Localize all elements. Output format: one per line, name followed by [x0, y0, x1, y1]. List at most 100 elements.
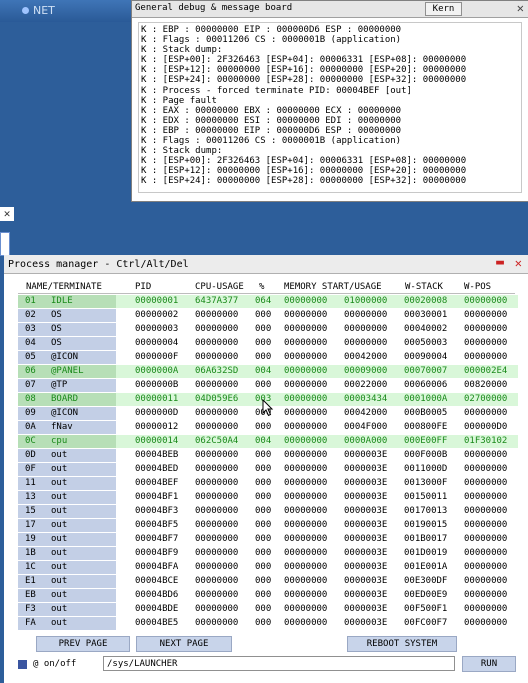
process-id: 13: [25, 492, 36, 502]
process-row[interactable]: 06 @PANEL 0000000A 06A632SD 004 00000000 00009…: [18, 365, 518, 378]
net-status-icon: [22, 7, 29, 14]
process-pid: 00004BF5: [135, 520, 179, 530]
process-name: @ICON: [51, 352, 79, 362]
process-row[interactable]: 0C cpu 00000014 062C50A4 004 00000000 0000A000…: [18, 435, 518, 448]
process-row[interactable]: EB out 00004BD6 00000000 000 00000000 0000003E…: [18, 589, 518, 602]
process-row[interactable]: 05 @ICON 0000000F 00000000 000 00000000 000420…: [18, 351, 518, 364]
process-pct: 000: [255, 380, 272, 390]
process-cpu: 00000000: [195, 464, 239, 474]
process-pct: 000: [255, 492, 272, 502]
process-name: fNav: [51, 422, 73, 432]
header-memory: MEMORY START/USAGE: [284, 282, 382, 292]
side-close-icon[interactable]: ✕: [0, 207, 14, 221]
debug-log-line: K : Stack dump:: [141, 45, 223, 56]
process-mem2: 01000000: [344, 296, 388, 306]
pm-close-icon[interactable]: ✕: [515, 256, 522, 270]
process-pct: 000: [255, 450, 272, 460]
kern-button[interactable]: Kern: [425, 2, 462, 16]
process-pid: 0000000F: [135, 352, 179, 362]
next-page-button[interactable]: NEXT PAGE: [136, 636, 232, 652]
process-row[interactable]: 04 OS 00000004 00000000 000 00000000 00000000 0…: [18, 337, 518, 350]
process-pid: 0000000B: [135, 380, 179, 390]
prev-page-button[interactable]: PREV PAGE: [36, 636, 130, 652]
process-id: 05: [25, 352, 36, 362]
process-wstack: 001D0019: [404, 548, 448, 558]
process-wstack: 000800FE: [404, 422, 448, 432]
process-row[interactable]: 01 IDLE 00000001 6437A377 064 00000000 0100000…: [18, 295, 518, 308]
process-mem1: 00000000: [284, 478, 328, 488]
process-mem2: 0000003E: [344, 464, 388, 474]
minimize-icon[interactable]: ▬: [496, 255, 504, 270]
process-mem1: 00000000: [284, 450, 328, 460]
header-percent: %: [259, 282, 265, 292]
process-cpu: 6437A377: [195, 296, 239, 306]
process-row[interactable]: 13 out 00004BF1 00000000 000 00000000 0000003E…: [18, 491, 518, 504]
process-wpos: 00000000: [464, 408, 508, 418]
reboot-system-button[interactable]: REBOOT SYSTEM: [347, 636, 457, 652]
process-row[interactable]: 0A fNav 00000012 00000000 000 00000000 0004F00…: [18, 421, 518, 434]
process-mem2: 00009000: [344, 366, 388, 376]
process-wstack: 00020008: [404, 296, 448, 306]
process-wstack: 00E300DF: [404, 576, 448, 586]
process-row[interactable]: 03 OS 00000003 00000000 000 00000000 00000000 0…: [18, 323, 518, 336]
debug-log-line: K : [ESP+24]: 00000000 [ESP+28]: 0000000…: [141, 75, 467, 86]
process-cpu: 00000000: [195, 562, 239, 572]
process-pct: 000: [255, 310, 272, 320]
process-row[interactable]: 0F out 00004BED 00000000 000 00000000 0000003E…: [18, 463, 518, 476]
process-pct: 004: [255, 366, 272, 376]
process-row[interactable]: 15 out 00004BF3 00000000 000 00000000 0000003E…: [18, 505, 518, 518]
process-id: 15: [25, 506, 36, 516]
debug-titlebar[interactable]: General debug & message board Kern ✕: [132, 1, 528, 18]
side-window-edge[interactable]: [0, 232, 10, 256]
process-wstack: 00190015: [404, 520, 448, 530]
process-pct: 000: [255, 534, 272, 544]
pm-titlebar[interactable]: Process manager - Ctrl/Alt/Del ▬ ✕: [4, 255, 528, 274]
process-cpu: 062C50A4: [195, 436, 239, 446]
process-pct: 000: [255, 352, 272, 362]
process-row[interactable]: E1 out 00004BCE 00000000 000 00000000 0000003E…: [18, 575, 518, 588]
process-row[interactable]: FA out 00004BE5 00000000 000 00000000 0000003E…: [18, 617, 518, 630]
net-panel[interactable]: NET: [0, 0, 136, 22]
process-name: out: [51, 590, 68, 600]
process-pid: 00004BE5: [135, 618, 179, 628]
process-wstack: 000B0005: [404, 408, 448, 418]
process-mem2: 0000003E: [344, 492, 388, 502]
process-row[interactable]: 07 @TP 0000000B 00000000 000 00000000 00022000…: [18, 379, 518, 392]
onoff-checkbox[interactable]: [18, 660, 27, 669]
process-row[interactable]: 17 out 00004BF5 00000000 000 00000000 0000003E…: [18, 519, 518, 532]
process-wpos: 00000000: [464, 534, 508, 544]
process-mem1: 00000000: [284, 436, 328, 446]
process-id: 11: [25, 478, 36, 488]
process-mem1: 00000000: [284, 506, 328, 516]
debug-log-line: K : Page fault: [141, 95, 217, 106]
process-name: out: [51, 534, 68, 544]
process-mem2: 0000003E: [344, 506, 388, 516]
debug-close-icon[interactable]: ✕: [517, 1, 524, 15]
process-mem2: 00042000: [344, 408, 388, 418]
process-row[interactable]: 1C out 00004BFA 00000000 000 00000000 0000003E…: [18, 561, 518, 574]
process-wstack: 00050003: [404, 338, 448, 348]
process-row[interactable]: 0D out 00004BEB 00000000 000 00000000 0000003E…: [18, 449, 518, 462]
process-wpos: 00000000: [464, 506, 508, 516]
process-wstack: 0011000D: [404, 464, 448, 474]
launcher-input[interactable]: /sys/LAUNCHER: [103, 656, 455, 671]
process-wstack: 00040002: [404, 324, 448, 334]
process-id: FA: [25, 618, 36, 628]
process-id: 06: [25, 366, 36, 376]
process-pid: 00004BF7: [135, 534, 179, 544]
run-button[interactable]: RUN: [462, 656, 516, 672]
process-row[interactable]: 11 out 00004BEF 00000000 000 00000000 0000003E…: [18, 477, 518, 490]
process-row[interactable]: 19 out 00004BF7 00000000 000 00000000 0000003E…: [18, 533, 518, 546]
process-mem2: 0000A000: [344, 436, 388, 446]
process-mem2: 0000003E: [344, 548, 388, 558]
process-wpos: 00000000: [464, 604, 508, 614]
process-row[interactable]: 02 OS 00000002 00000000 000 00000000 00000000 0…: [18, 309, 518, 322]
process-pct: 000: [255, 506, 272, 516]
process-mem2: 00003434: [344, 394, 388, 404]
process-wstack: 00ED00E9: [404, 590, 448, 600]
process-pid: 00004BF1: [135, 492, 179, 502]
process-wpos: 000002E4: [464, 366, 508, 376]
process-row[interactable]: F3 out 00004BDE 00000000 000 00000000 0000003E…: [18, 603, 518, 616]
process-name: @TP: [51, 380, 68, 390]
process-row[interactable]: 1B out 00004BF9 00000000 000 00000000 0000003E…: [18, 547, 518, 560]
